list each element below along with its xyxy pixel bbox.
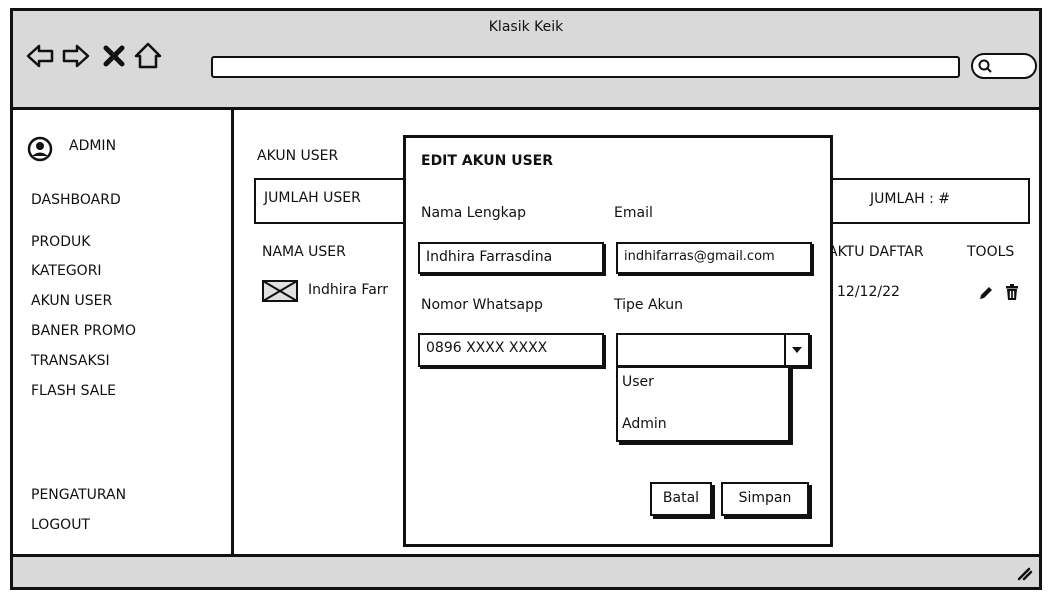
jumlah-user-label: JUMLAH USER (264, 190, 361, 206)
jumlah-count-card: JUMLAH : # (828, 178, 1030, 224)
sidebar: ADMIN DASHBOARD PRODUK KATEGORI AKUN USE… (13, 110, 234, 557)
sidebar-item-kategori[interactable]: KATEGORI (31, 263, 102, 279)
search-icon (978, 59, 992, 73)
tipe-akun-label: Tipe Akun (614, 297, 683, 313)
email-input[interactable]: indhifarras@gmail.com (616, 242, 812, 274)
option-admin[interactable]: Admin (622, 416, 667, 432)
column-header-nama-user: NAMA USER (262, 244, 346, 260)
dropdown-toggle[interactable] (784, 335, 808, 365)
tipe-akun-select[interactable] (616, 333, 810, 367)
section-title: AKUN USER (257, 148, 339, 164)
nama-lengkap-input[interactable]: Indhira Farrasdina (418, 242, 604, 274)
admin-label: ADMIN (69, 138, 117, 154)
option-user[interactable]: User (622, 374, 654, 390)
nomor-whatsapp-input[interactable]: 0896 XXXX XXXX (418, 333, 604, 367)
delete-trash-icon[interactable] (1003, 283, 1021, 301)
jumlah-user-card: JUMLAH USER (254, 178, 408, 224)
sidebar-item-dashboard[interactable]: DASHBOARD (31, 192, 121, 208)
browser-window: Klasik Keik ADMIN DASHBOARD PRODUK KATEG… (10, 8, 1042, 590)
save-button[interactable]: Simpan (721, 482, 809, 516)
column-header-tools: TOOLS (967, 244, 1015, 260)
jumlah-label: JUMLAH : # (870, 191, 951, 207)
status-bar (13, 554, 1039, 587)
close-icon[interactable] (99, 41, 129, 71)
home-icon[interactable] (133, 41, 163, 71)
sidebar-item-pengaturan[interactable]: PENGATURAN (31, 487, 126, 503)
edit-pencil-icon[interactable] (977, 284, 995, 302)
edit-user-modal: EDIT AKUN USER Nama Lengkap Email Indhir… (403, 135, 833, 547)
cancel-button[interactable]: Batal (650, 482, 712, 516)
table-row-date: 12/12/22 (837, 284, 900, 300)
resize-handle-icon[interactable] (1015, 563, 1033, 581)
url-bar[interactable] (211, 56, 960, 78)
sidebar-item-transaksi[interactable]: TRANSAKSI (31, 353, 110, 369)
window-title: Klasik Keik (488, 19, 564, 35)
table-row-name: Indhira Farr (308, 282, 389, 298)
sidebar-item-logout[interactable]: LOGOUT (31, 517, 90, 533)
image-placeholder-icon (262, 280, 298, 302)
title-bar: Klasik Keik (13, 11, 1039, 110)
avatar-icon (27, 136, 53, 162)
modal-title: EDIT AKUN USER (421, 153, 554, 169)
nama-lengkap-label: Nama Lengkap (421, 205, 526, 221)
sidebar-item-flash-sale[interactable]: FLASH SALE (31, 383, 116, 399)
column-header-waktu-daftar: AKTU DAFTAR (828, 244, 924, 260)
back-arrow-icon[interactable] (25, 41, 55, 71)
sidebar-item-akun-user[interactable]: AKUN USER (31, 293, 112, 309)
tipe-akun-options: User Admin (616, 366, 790, 442)
forward-arrow-icon[interactable] (61, 41, 91, 71)
sidebar-item-produk[interactable]: PRODUK (31, 234, 90, 250)
sidebar-item-baner-promo[interactable]: BANER PROMO (31, 323, 136, 339)
nomor-whatsapp-label: Nomor Whatsapp (421, 297, 543, 313)
email-label: Email (614, 205, 653, 221)
chevron-down-icon (792, 347, 802, 353)
search-input[interactable] (971, 53, 1037, 79)
